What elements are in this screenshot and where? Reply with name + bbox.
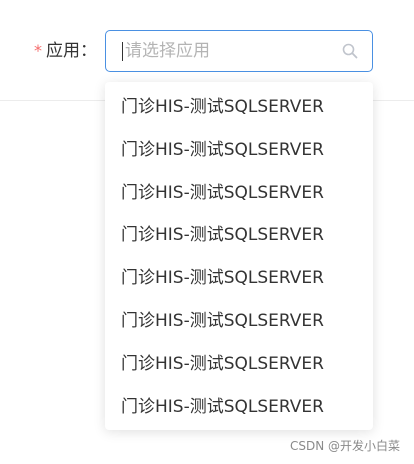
- application-label: * 应用：: [34, 30, 97, 72]
- application-dropdown: 门诊HIS-测试SQLSERVER 门诊HIS-测试SQLSERVER 门诊HI…: [105, 82, 373, 430]
- dropdown-option[interactable]: 门诊HIS-测试SQLSERVER: [105, 386, 373, 429]
- application-label-text: 应用：: [46, 41, 97, 61]
- dropdown-option[interactable]: 门诊HIS-测试SQLSERVER: [105, 343, 373, 386]
- application-select[interactable]: 请选择应用: [105, 30, 373, 72]
- dropdown-option[interactable]: 门诊HIS-测试SQLSERVER: [105, 257, 373, 300]
- search-icon[interactable]: [341, 42, 359, 60]
- watermark: CSDN @开发小白菜: [289, 439, 400, 453]
- application-form-row: * 应用： 请选择应用: [0, 30, 414, 72]
- dropdown-option[interactable]: 门诊HIS-测试SQLSERVER: [105, 172, 373, 215]
- required-mark: *: [34, 41, 42, 60]
- dropdown-option[interactable]: 门诊HIS-测试SQLSERVER: [105, 300, 373, 343]
- dropdown-option[interactable]: 门诊HIS-测试SQLSERVER: [105, 214, 373, 257]
- dropdown-option[interactable]: 门诊HIS-测试SQLSERVER: [105, 129, 373, 172]
- application-select-placeholder: 请选择应用: [125, 41, 210, 61]
- page: * 应用： 请选择应用 门诊HIS-测试SQLSERVER 门诊HIS-测试SQL…: [0, 0, 414, 464]
- text-caret: [122, 42, 123, 61]
- dropdown-option[interactable]: 门诊HIS-测试SQLSERVER: [105, 86, 373, 129]
